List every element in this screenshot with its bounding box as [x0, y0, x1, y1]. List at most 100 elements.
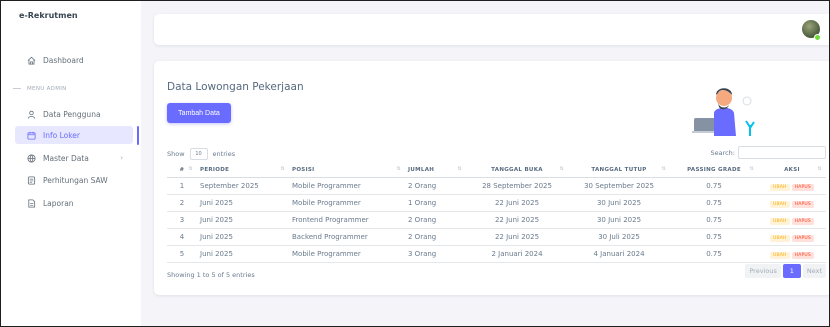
delete-button[interactable]: HAPUS [791, 217, 814, 225]
cell-tanggal-buka: 28 September 2025 [466, 177, 568, 195]
cell-number: 4 [167, 228, 197, 246]
sort-icon: ⇅ [280, 166, 285, 172]
sidebar-item-label: Info Loker [43, 130, 80, 140]
top-navbar [154, 14, 829, 45]
table-row: 2 Juni 2025 Mobile Programmer 1 Orang 22… [167, 194, 826, 212]
page-title: Data Lowongan Pekerjaan [167, 81, 304, 93]
search-label: Search: [710, 148, 735, 157]
cell-tanggal-tutup: 30 Juli 2025 [568, 228, 670, 246]
job-vacancy-table: # ⇅ PERIODE ⇅ POSISI ⇅ JUMLAH ⇅ TANGGAL BUKA… [167, 162, 826, 263]
table-header-row: # ⇅ PERIODE ⇅ POSISI ⇅ JUMLAH ⇅ TANGGAL BUKA… [167, 162, 826, 178]
column-header-tanggal-tutup[interactable]: TANGGAL TUTUP ⇅ [568, 162, 670, 178]
pagination-next[interactable]: Next [802, 264, 826, 278]
cell-jumlah: 1 Orang [405, 194, 466, 212]
edit-button[interactable]: UBAH [770, 234, 790, 242]
active-indicator [137, 126, 139, 145]
home-icon [27, 56, 36, 65]
edit-button[interactable]: UBAH [770, 251, 790, 259]
cell-actions: UBAH HAPUS [758, 177, 826, 195]
column-header-periode[interactable]: PERIODE ⇅ [197, 162, 289, 178]
sidebar-item-perhitungan-saw[interactable]: Perhitungan SAW [15, 171, 133, 189]
table-row: 1 September 2025 Mobile Programmer 2 Ora… [167, 177, 826, 195]
globe-icon [27, 153, 36, 163]
cell-periode: September 2025 [197, 177, 289, 195]
cell-passing-grade: 0.75 [670, 177, 758, 195]
table-row: 5 Juni 2025 Mobile Programmer 3 Orang 2 … [167, 245, 826, 263]
cell-passing-grade: 0.75 [670, 245, 758, 263]
cell-passing-grade: 0.75 [670, 228, 758, 246]
user-icon [27, 110, 36, 119]
cell-actions: UBAH HAPUS [758, 228, 826, 246]
cell-tanggal-tutup: 30 Juni 2025 [568, 211, 670, 229]
table-row: 4 Juni 2025 Backend Programmer 2 Orang 2… [167, 228, 826, 246]
cell-posisi: Frontend Programmer [289, 211, 405, 229]
sidebar-item-info-loker[interactable]: Info Loker [15, 126, 133, 144]
pagination-page-1[interactable]: 1 [782, 264, 801, 278]
column-header-number[interactable]: # ⇅ [167, 162, 197, 178]
cell-passing-grade: 0.75 [670, 194, 758, 212]
sort-icon: ⇅ [749, 166, 754, 172]
sort-icon: ⇅ [188, 166, 193, 172]
sort-icon: ⇅ [661, 166, 666, 172]
cell-jumlah: 3 Orang [405, 245, 466, 263]
cell-tanggal-buka: 22 Juni 2025 [466, 194, 568, 212]
cell-tanggal-buka: 2 Januari 2024 [466, 245, 568, 263]
menu-header: MENU ADMIN [27, 86, 67, 92]
cell-tanggal-buka: 22 Juni 2025 [466, 211, 568, 229]
sort-icon: ⇅ [559, 166, 564, 172]
entries-select[interactable]: 10 [189, 148, 208, 160]
search-input[interactable] [738, 146, 826, 159]
calendar-icon [27, 131, 36, 140]
cell-posisi: Mobile Programmer [289, 177, 405, 195]
chevron-right-icon: › [120, 154, 123, 162]
edit-button[interactable]: UBAH [770, 217, 790, 225]
column-header-aksi[interactable]: AKSI ⇅ [758, 162, 826, 178]
cell-tanggal-tutup: 30 September 2025 [568, 177, 670, 195]
sort-icon: ⇅ [817, 166, 822, 172]
sidebar-item-dashboard[interactable]: Dashboard [15, 51, 133, 69]
cell-posisi: Mobile Programmer [289, 245, 405, 263]
column-header-posisi[interactable]: POSISI ⇅ [289, 162, 405, 178]
table-row: 3 Juni 2025 Frontend Programmer 2 Orang … [167, 211, 826, 229]
sort-icon: ⇅ [457, 166, 462, 172]
cell-periode: Juni 2025 [197, 228, 289, 246]
edit-button[interactable]: UBAH [770, 200, 790, 208]
menu-header-divider [13, 88, 21, 89]
delete-button[interactable]: HAPUS [791, 183, 814, 191]
edit-button[interactable]: UBAH [770, 183, 790, 191]
cell-passing-grade: 0.75 [670, 211, 758, 229]
table-search: Search: [710, 146, 826, 159]
pagination: Previous 1 Next [743, 264, 826, 278]
cell-number: 5 [167, 245, 197, 263]
sidebar-item-data-pengguna[interactable]: Data Pengguna [15, 105, 133, 123]
sidebar-item-master-data[interactable]: Master Data › [15, 149, 133, 167]
sidebar: e-Rekrutmen Dashboard MENU ADMIN Data Pe… [1, 1, 141, 326]
cell-periode: Juni 2025 [197, 211, 289, 229]
sidebar-item-label: Perhitungan SAW [43, 175, 108, 185]
brand-logo-text[interactable]: e-Rekrutmen [19, 11, 78, 20]
delete-button[interactable]: HAPUS [791, 251, 814, 259]
cell-tanggal-buka: 22 Juni 2025 [466, 228, 568, 246]
delete-button[interactable]: HAPUS [791, 234, 814, 242]
column-header-jumlah[interactable]: JUMLAH ⇅ [405, 162, 466, 178]
report-icon [27, 198, 36, 208]
sidebar-item-laporan[interactable]: Laporan [15, 194, 133, 212]
column-header-tanggal-buka[interactable]: TANGGAL BUKA ⇅ [466, 162, 568, 178]
cell-jumlah: 2 Orang [405, 177, 466, 195]
column-header-passing-grade[interactable]: PASSING GRADE ⇅ [670, 162, 758, 178]
entries-label: entries [212, 150, 236, 158]
cell-number: 3 [167, 211, 197, 229]
cell-posisi: Backend Programmer [289, 228, 405, 246]
delete-button[interactable]: HAPUS [791, 200, 814, 208]
sidebar-item-label: Dashboard [43, 55, 84, 65]
document-icon [27, 175, 36, 185]
cell-actions: UBAH HAPUS [758, 194, 826, 212]
entries-length-control: Show 10 entries [167, 148, 235, 160]
cell-tanggal-tutup: 30 Juni 2025 [568, 194, 670, 212]
man-with-laptop-illustration [692, 88, 755, 136]
add-data-button[interactable]: Tambah Data [167, 103, 231, 123]
online-status-dot [814, 34, 821, 41]
sidebar-item-label: Laporan [43, 198, 74, 208]
pagination-previous[interactable]: Previous [745, 264, 781, 278]
cell-actions: UBAH HAPUS [758, 245, 826, 263]
